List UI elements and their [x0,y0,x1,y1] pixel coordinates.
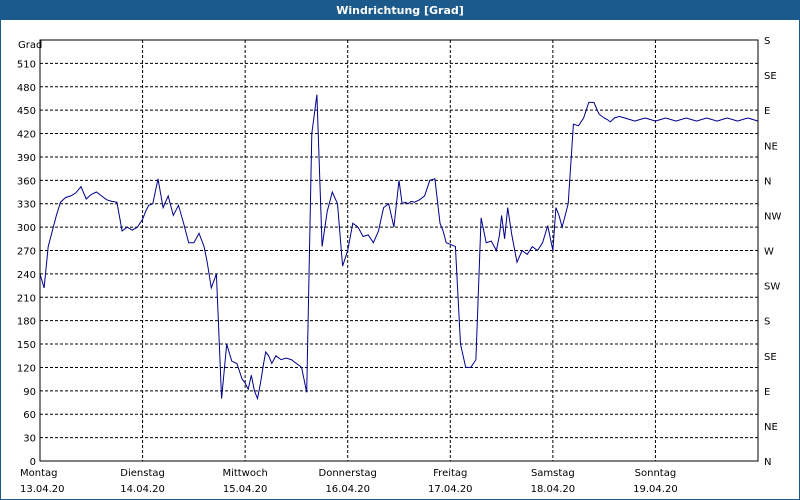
y2-tick-labels: N NE E SE S SW W NW N NE E SE S [764,36,781,468]
x-tick-day: Mittwoch [222,468,267,479]
x-tick-day: Freitag [433,468,467,479]
y2-tick-label: S [764,36,770,47]
x-tick-day: Sonntag [635,468,677,479]
x-tick-date: 15.04.20 [223,484,268,495]
y2-tick-label: NW [764,211,781,222]
y-tick-label: 420 [17,130,36,141]
y-tick-label: 240 [17,270,36,281]
y-tick-label: 150 [17,340,36,351]
y-tick-label: 0 [30,457,36,468]
wind-direction-chart: 0 30 60 90 120 150 180 210 240 270 300 330 360 390 420… [17,36,782,495]
y-tick-label: 30 [23,434,36,445]
y-tick-label: 120 [17,363,36,374]
y2-tick-label: NE [764,141,778,152]
y-tick-label: 270 [17,247,36,258]
y-tick-label: 90 [23,387,36,398]
y-tick-label: 330 [17,200,36,211]
x-tick-date: 17.04.20 [428,484,473,495]
series-line [39,94,759,401]
x-tick-date: 18.04.20 [531,484,576,495]
y-tick-label: 210 [17,293,36,304]
y2-tick-label: SW [764,282,780,293]
x-tick-date: 16.04.20 [325,484,370,495]
y2-tick-label: S [764,317,770,328]
y-tick-label: 390 [17,153,36,164]
y2-tick-label: N [764,457,771,468]
x-tick-day: Montag [20,468,57,479]
y-tick-label: 60 [23,410,36,421]
x-tick-labels: Montag 13.04.20 Dienstag 14.04.20 Mittwoch 15… [20,468,678,495]
y2-tick-label: E [764,387,770,398]
y-tick-label: 360 [17,176,36,187]
y2-tick-label: SE [764,352,777,363]
y-tick-label: 510 [17,59,36,70]
x-tick-day: Donnerstag [319,468,377,479]
y-tick-labels: 0 30 60 90 120 150 180 210 240 270 300 330 360 390 420… [17,59,36,468]
y-tick-label: 480 [17,83,36,94]
y2-tick-label: SE [764,71,777,82]
x-tick-day: Samstag [531,468,575,479]
y-tick-label: 300 [17,223,36,234]
y-tick-label: 180 [17,317,36,328]
x-tick-day: Dienstag [120,468,165,479]
y2-tick-label: E [764,106,770,117]
y2-tick-label: W [764,247,774,258]
x-tick-date: 19.04.20 [633,484,678,495]
y2-tick-label: NE [764,422,778,433]
y-axis-label: Grad [18,40,42,51]
y-tick-label: 450 [17,106,36,117]
x-tick-date: 13.04.20 [20,484,65,495]
y2-tick-label: N [764,176,771,187]
x-tick-date: 14.04.20 [120,484,165,495]
grid-lines [40,40,758,461]
